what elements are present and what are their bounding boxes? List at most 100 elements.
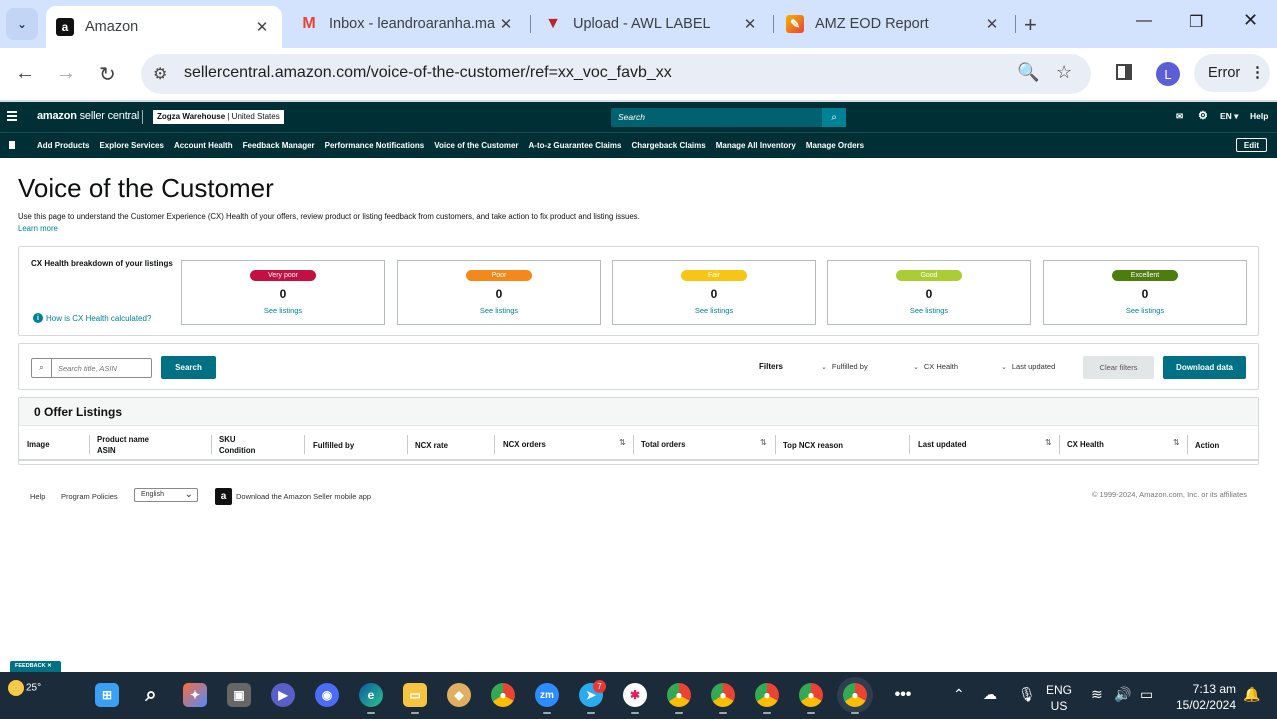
address-bar[interactable]: ⚙ sellercentral.amazon.com/voice-of-the-… bbox=[141, 54, 1091, 94]
chrome-profile-icon[interactable]: ● bbox=[799, 683, 823, 714]
tray-overflow-icon[interactable]: ⌃ bbox=[953, 686, 965, 703]
close-icon[interactable]: ✕ bbox=[982, 15, 1002, 33]
sort-icon[interactable]: ⇅ bbox=[1045, 438, 1052, 447]
close-icon[interactable]: ✕ bbox=[740, 15, 760, 33]
battery-icon[interactable]: ▭ bbox=[1140, 686, 1153, 703]
col-cx-health[interactable]: CX Health bbox=[1067, 439, 1104, 450]
tab-amz-eod-report[interactable]: ✎ AMZ EOD Report ✕ bbox=[776, 6, 1012, 42]
restore-button[interactable]: ❐ bbox=[1189, 12, 1203, 32]
zoom-icon[interactable]: 🔍 bbox=[1017, 62, 1039, 83]
search-icon[interactable]: ⌕ bbox=[139, 683, 163, 707]
program-policies-link[interactable]: Program Policies bbox=[61, 492, 118, 501]
listing-search-input[interactable]: ⌕ Search title, ASIN bbox=[31, 358, 152, 378]
chrome-profile-icon[interactable]: ● bbox=[667, 683, 691, 714]
microphone-icon[interactable]: 🎙 bbox=[1018, 686, 1036, 703]
col-sku[interactable]: SKU Condition bbox=[219, 434, 255, 456]
nav-item-chargeback-claims[interactable]: Chargeback Claims bbox=[631, 141, 705, 150]
url-text[interactable]: sellercentral.amazon.com/voice-of-the-cu… bbox=[184, 64, 672, 82]
download-app-link[interactable]: Download the Amazon Seller mobile app bbox=[236, 492, 371, 501]
forward-arrow-icon[interactable]: → bbox=[56, 62, 76, 85]
seller-search-bar[interactable]: Search ⌕ bbox=[611, 108, 846, 127]
tab-amazon[interactable]: a Amazon ✕ bbox=[46, 6, 282, 48]
minimize-button[interactable]: — bbox=[1136, 12, 1152, 30]
nav-item-feedback-manager[interactable]: Feedback Manager bbox=[243, 141, 315, 150]
site-settings-icon[interactable]: ⚙ bbox=[153, 64, 167, 84]
see-listings-link[interactable]: See listings bbox=[1044, 306, 1246, 315]
side-panel-icon[interactable] bbox=[1116, 64, 1132, 80]
windows-start-icon[interactable]: ⊞ bbox=[95, 683, 119, 707]
zoom-app-icon[interactable]: zm bbox=[535, 683, 559, 714]
sort-icon[interactable]: ⇅ bbox=[619, 438, 626, 447]
learn-more-link[interactable]: Learn more bbox=[18, 224, 58, 233]
gear-icon[interactable]: ⚙ bbox=[1198, 109, 1208, 122]
search-button[interactable]: Search bbox=[161, 356, 216, 379]
close-icon[interactable]: ✕ bbox=[496, 15, 516, 33]
task-view-icon[interactable]: ▣ bbox=[227, 683, 251, 707]
col-product-name[interactable]: Product name ASIN bbox=[97, 434, 149, 456]
close-icon[interactable]: ✕ bbox=[252, 18, 272, 36]
teams-chat-icon[interactable]: ▶ bbox=[271, 683, 295, 707]
clear-filters-button[interactable]: Clear filters bbox=[1083, 356, 1154, 379]
edge-icon[interactable]: e bbox=[359, 683, 383, 714]
error-menu-button[interactable]: Error ⋮ bbox=[1194, 54, 1270, 92]
close-window-button[interactable]: ✕ bbox=[1243, 10, 1258, 31]
sort-icon[interactable]: ⇅ bbox=[760, 438, 767, 447]
nav-item-manage-orders[interactable]: Manage Orders bbox=[806, 141, 864, 150]
chrome-profile-icon[interactable]: ● bbox=[755, 683, 779, 714]
bookmark-icon[interactable] bbox=[9, 141, 15, 149]
profile-avatar[interactable]: L bbox=[1156, 62, 1180, 86]
chrome-icon[interactable]: ● bbox=[491, 683, 515, 707]
store-switcher[interactable]: Zogza Warehouse | United States bbox=[153, 110, 284, 124]
tab-search-button[interactable]: ⌄ bbox=[6, 8, 38, 40]
back-arrow-icon[interactable]: ← bbox=[15, 62, 35, 85]
chrome-active-icon[interactable]: ● bbox=[843, 683, 867, 714]
app-icon[interactable]: ◆ bbox=[447, 683, 471, 707]
wifi-icon[interactable]: ≋ bbox=[1091, 686, 1103, 703]
cx-health-how-link[interactable]: i How is CX Health calculated? bbox=[33, 313, 151, 323]
system-clock[interactable]: 7:13 am 15/02/2024 bbox=[1170, 681, 1236, 713]
fulfilled-by-dropdown[interactable]: ⌄ Fulfilled by bbox=[821, 362, 868, 371]
hamburger-menu-icon[interactable] bbox=[7, 111, 17, 123]
volume-icon[interactable]: 🔊 bbox=[1114, 686, 1131, 703]
slack-icon[interactable]: ✱ bbox=[623, 683, 647, 714]
nav-item-performance-notifications[interactable]: Performance Notifications bbox=[325, 141, 425, 150]
notification-bell-icon[interactable]: 🔔 bbox=[1243, 686, 1260, 703]
col-last-updated[interactable]: Last updated bbox=[918, 439, 967, 450]
nav-item-account-health[interactable]: Account Health bbox=[174, 141, 233, 150]
cx-health-dropdown[interactable]: ⌄ CX Health bbox=[913, 362, 958, 371]
bookmark-star-icon[interactable]: ☆ bbox=[1056, 62, 1072, 83]
seller-central-logo[interactable]: amazon seller central bbox=[37, 110, 139, 122]
nav-item-voice-of-the-customer[interactable]: Voice of the Customer bbox=[434, 141, 518, 150]
edit-nav-button[interactable]: Edit bbox=[1235, 138, 1267, 152]
language-selector[interactable]: EN ▾ bbox=[1220, 111, 1238, 122]
last-updated-dropdown[interactable]: ⌄ Last updated bbox=[1001, 362, 1055, 371]
help-link[interactable]: Help bbox=[1250, 111, 1268, 121]
cloud-offline-icon[interactable]: ☁ bbox=[983, 686, 997, 703]
chrome-profile-icon[interactable]: ● bbox=[711, 683, 735, 714]
col-ncx-orders[interactable]: NCX orders bbox=[503, 439, 546, 450]
see-listings-link[interactable]: See listings bbox=[613, 306, 815, 315]
mail-icon[interactable]: ✉ bbox=[1176, 111, 1183, 122]
nav-item-manage-inventory[interactable]: Manage All Inventory bbox=[716, 141, 796, 150]
download-data-button[interactable]: Download data bbox=[1163, 356, 1246, 379]
reload-icon[interactable]: ↻ bbox=[99, 62, 116, 87]
see-listings-link[interactable]: See listings bbox=[182, 306, 384, 315]
messenger-icon[interactable]: ◉ bbox=[315, 683, 339, 707]
nav-item-atoz-claims[interactable]: A-to-z Guarantee Claims bbox=[529, 141, 622, 150]
search-icon[interactable]: ⌕ bbox=[822, 108, 846, 127]
tab-awl-upload[interactable]: ▼ Upload - AWL LABEL ✕ bbox=[534, 6, 770, 42]
more-apps-icon[interactable]: ••• bbox=[891, 683, 915, 707]
footer-language-select[interactable]: English ⌄ bbox=[134, 488, 198, 502]
feedback-tab[interactable]: FEEDBACK ✕ bbox=[10, 661, 61, 672]
amazon-app-icon[interactable]: a bbox=[215, 488, 232, 505]
tab-gmail[interactable]: M Inbox - leandroaranha.ma ✕ bbox=[290, 6, 526, 42]
nav-item-add-products[interactable]: Add Products bbox=[37, 141, 89, 150]
input-language[interactable]: ENG US bbox=[1046, 682, 1072, 714]
see-listings-link[interactable]: See listings bbox=[398, 306, 600, 315]
footer-help-link[interactable]: Help bbox=[30, 492, 45, 501]
new-tab-button[interactable]: + bbox=[1024, 12, 1037, 38]
file-explorer-icon[interactable]: ▭ bbox=[403, 683, 427, 714]
sort-icon[interactable]: ⇅ bbox=[1173, 438, 1180, 447]
col-total-orders[interactable]: Total orders bbox=[641, 439, 685, 450]
nav-item-explore-services[interactable]: Explore Services bbox=[99, 141, 163, 150]
